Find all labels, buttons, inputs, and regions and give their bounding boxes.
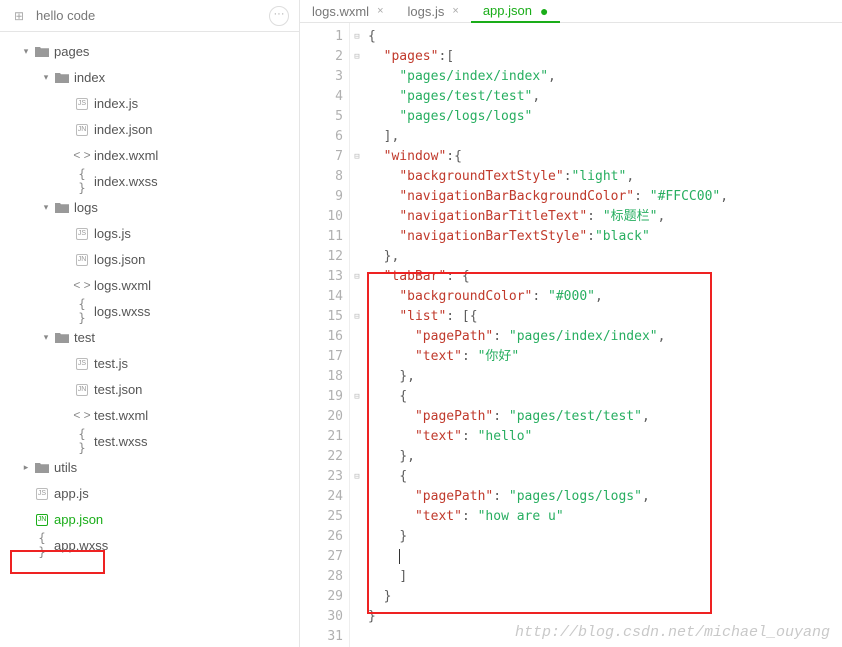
- file-index-wxml[interactable]: < >index.wxml: [0, 142, 299, 168]
- file-app-json[interactable]: JNapp.json: [0, 506, 299, 532]
- folder-index[interactable]: ▾ index: [0, 64, 299, 90]
- file-index-js[interactable]: JSindex.js: [0, 90, 299, 116]
- file-label: test.wxml: [92, 408, 148, 423]
- folder-icon: [32, 44, 52, 58]
- close-icon[interactable]: ×: [377, 5, 383, 17]
- watermark-text: http://blog.csdn.net/michael_ouyang: [515, 624, 830, 641]
- wxss-file-icon: { }: [72, 297, 92, 325]
- file-label: index.wxml: [92, 148, 158, 163]
- file-label: app.js: [52, 486, 89, 501]
- wxml-file-icon: < >: [72, 278, 92, 292]
- file-index-json[interactable]: JNindex.json: [0, 116, 299, 142]
- file-app-wxss[interactable]: { }app.wxss: [0, 532, 299, 558]
- file-label: app.wxss: [52, 538, 108, 553]
- folder-label: utils: [52, 460, 77, 475]
- file-test-wxss[interactable]: { }test.wxss: [0, 428, 299, 454]
- file-logs-wxss[interactable]: { }logs.wxss: [0, 298, 299, 324]
- folder-label: index: [72, 70, 105, 85]
- folder-icon: [52, 70, 72, 84]
- folder-icon: [32, 460, 52, 474]
- file-label: app.json: [52, 512, 103, 527]
- tree-icon: ⊞: [10, 9, 28, 23]
- json-file-icon: JN: [72, 122, 92, 136]
- tab-logs-wxml[interactable]: logs.wxml ×: [300, 0, 396, 22]
- folder-test[interactable]: ▾ test: [0, 324, 299, 350]
- file-label: logs.wxss: [92, 304, 150, 319]
- line-number-gutter: 1234567891011121314151617181920212223242…: [300, 23, 350, 647]
- file-label: index.wxss: [92, 174, 158, 189]
- js-file-icon: JS: [72, 356, 92, 370]
- tab-label: logs.js: [408, 4, 445, 19]
- project-title: hello code: [28, 8, 269, 23]
- wxss-file-icon: { }: [72, 427, 92, 455]
- editor-tabs: logs.wxml × logs.js × app.json ●: [300, 0, 842, 23]
- file-label: logs.json: [92, 252, 145, 267]
- code-editor[interactable]: 1234567891011121314151617181920212223242…: [300, 23, 842, 647]
- close-icon[interactable]: ×: [452, 5, 458, 17]
- chevron-right-icon: ▸: [20, 462, 32, 473]
- folder-label: pages: [52, 44, 89, 59]
- code-content[interactable]: { "pages":[ "pages/index/index", "pages/…: [364, 23, 842, 647]
- folder-label: logs: [72, 200, 98, 215]
- tab-logs-js[interactable]: logs.js ×: [396, 0, 471, 22]
- more-menu-icon[interactable]: ···: [269, 6, 289, 26]
- file-tree: ▾ pages ▾ index JSindex.js JNindex.json …: [0, 32, 299, 647]
- json-file-icon: JN: [72, 382, 92, 396]
- chevron-down-icon: ▾: [40, 332, 52, 343]
- file-logs-js[interactable]: JSlogs.js: [0, 220, 299, 246]
- tab-label: app.json: [483, 3, 532, 18]
- folder-logs[interactable]: ▾ logs: [0, 194, 299, 220]
- file-label: test.json: [92, 382, 142, 397]
- file-label: test.js: [92, 356, 128, 371]
- editor-area: logs.wxml × logs.js × app.json ● 1234567891…: [300, 0, 842, 647]
- file-test-js[interactable]: JStest.js: [0, 350, 299, 376]
- json-file-icon: JN: [32, 512, 52, 526]
- file-explorer-sidebar: ⊞ hello code ··· ▾ pages ▾ index JSindex…: [0, 0, 300, 647]
- text-cursor: [399, 549, 400, 564]
- file-label: logs.wxml: [92, 278, 151, 293]
- file-index-wxss[interactable]: { }index.wxss: [0, 168, 299, 194]
- folder-utils[interactable]: ▸ utils: [0, 454, 299, 480]
- file-label: index.json: [92, 122, 153, 137]
- modified-dot-icon: ●: [540, 3, 548, 19]
- folder-label: test: [72, 330, 95, 345]
- folder-pages[interactable]: ▾ pages: [0, 38, 299, 64]
- file-logs-json[interactable]: JNlogs.json: [0, 246, 299, 272]
- file-app-js[interactable]: JSapp.js: [0, 480, 299, 506]
- file-logs-wxml[interactable]: < >logs.wxml: [0, 272, 299, 298]
- fold-gutter: ⊟⊟⊟⊟⊟⊟⊟: [350, 23, 364, 647]
- wxml-file-icon: < >: [72, 148, 92, 162]
- file-label: logs.js: [92, 226, 131, 241]
- tab-app-json[interactable]: app.json ●: [471, 0, 561, 23]
- js-file-icon: JS: [32, 486, 52, 500]
- file-label: test.wxss: [92, 434, 147, 449]
- chevron-down-icon: ▾: [40, 202, 52, 213]
- json-file-icon: JN: [72, 252, 92, 266]
- wxml-file-icon: < >: [72, 408, 92, 422]
- js-file-icon: JS: [72, 226, 92, 240]
- chevron-down-icon: ▾: [20, 46, 32, 57]
- chevron-down-icon: ▾: [40, 72, 52, 83]
- tab-label: logs.wxml: [312, 4, 369, 19]
- folder-icon: [52, 200, 72, 214]
- wxss-file-icon: { }: [32, 531, 52, 559]
- file-test-json[interactable]: JNtest.json: [0, 376, 299, 402]
- file-label: index.js: [92, 96, 138, 111]
- folder-icon: [52, 330, 72, 344]
- file-test-wxml[interactable]: < >test.wxml: [0, 402, 299, 428]
- wxss-file-icon: { }: [72, 167, 92, 195]
- sidebar-header: ⊞ hello code ···: [0, 0, 299, 32]
- js-file-icon: JS: [72, 96, 92, 110]
